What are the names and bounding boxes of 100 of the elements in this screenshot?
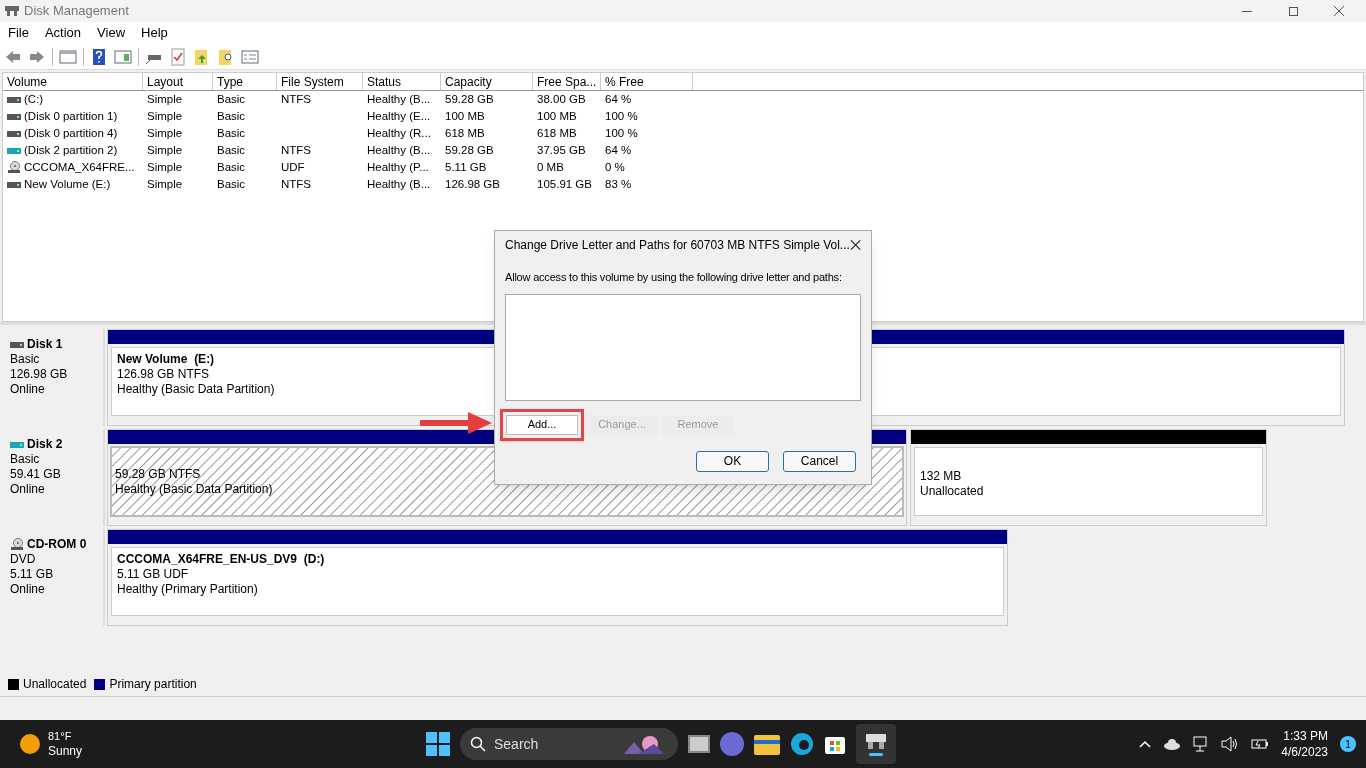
partition-detail: Healthy (Primary Partition) <box>117 582 258 597</box>
start-icon[interactable] <box>426 732 450 756</box>
close-icon[interactable] <box>849 239 861 251</box>
menu-item[interactable]: Action <box>36 23 90 43</box>
menu-item[interactable]: View <box>89 23 134 43</box>
drive-icon <box>7 181 21 188</box>
dialog-button[interactable]: Add... <box>506 414 578 435</box>
table-cell-text: NTFS <box>281 91 312 107</box>
search-icon <box>470 736 486 752</box>
cancel-button[interactable]: Cancel <box>783 450 856 472</box>
browser-icon[interactable] <box>790 732 814 756</box>
partition-block[interactable]: 132 MB Unallocated <box>910 429 1267 526</box>
table-cell-text: 38.00 GB <box>537 91 586 107</box>
table-cell-text: 100 % <box>605 108 638 124</box>
ok-button[interactable]: OK <box>696 450 769 472</box>
panel-icon[interactable] <box>114 47 132 66</box>
partition-detail: 59.28 GB NTFS <box>115 466 201 482</box>
dialog-prompt: Allow access to this volume by using the following drive letter and paths: <box>505 270 843 285</box>
table-cell-text: CCCOMA_X64FRE... <box>24 159 135 175</box>
table-cell-text: Simple <box>147 142 183 158</box>
table-cell-text: 59.28 GB <box>445 142 494 158</box>
table-cell-text: 37.95 GB <box>537 142 586 158</box>
table-cell-text: Healthy (P... <box>367 159 429 175</box>
table-cell-text: Basic <box>217 142 246 158</box>
notification-badge[interactable]: 1 <box>1340 736 1356 752</box>
folder-icon[interactable] <box>754 733 780 755</box>
disk-detail: Basic <box>10 452 41 467</box>
table-cell-text: 0 % <box>605 159 625 175</box>
partition-detail: 132 MB <box>920 468 962 484</box>
column-header[interactable]: Status <box>363 73 441 90</box>
active-app-button[interactable] <box>856 724 896 764</box>
window-title: Disk Management <box>24 2 129 21</box>
table-cell-text: NTFS <box>281 142 312 158</box>
table-cell-text: 83 % <box>605 176 632 192</box>
legend-label: Unallocated <box>23 676 87 693</box>
disk-detail: Online <box>10 382 46 397</box>
column-header[interactable]: File System <box>277 73 363 90</box>
drive-icon <box>7 113 21 120</box>
close-icon[interactable] <box>1334 6 1344 16</box>
cloud-icon[interactable] <box>1163 738 1182 750</box>
table-cell-text: Healthy (B... <box>367 142 431 158</box>
clock-time[interactable]: 1:33 PM <box>1283 728 1328 744</box>
help-icon[interactable] <box>90 47 108 66</box>
table-cell-text: Simple <box>147 125 183 141</box>
battery-icon[interactable] <box>1251 738 1270 750</box>
disk-name: Disk 1 <box>27 337 63 352</box>
table-cell-text: 618 MB <box>537 125 577 141</box>
table-cell-text: Basic <box>217 108 246 124</box>
menu-item[interactable]: File <box>0 23 37 43</box>
disk-detail: DVD <box>10 552 37 567</box>
table-cell-text: 126.98 GB <box>445 176 500 192</box>
column-header[interactable]: Type <box>213 73 277 90</box>
column-header[interactable]: % Free <box>601 73 693 90</box>
table-cell-text: 64 % <box>605 91 632 107</box>
chevron-up-icon[interactable] <box>1139 740 1152 748</box>
column-header[interactable]: Free Spa... <box>533 73 601 90</box>
cd-drive-icon <box>7 161 21 174</box>
volume-icon[interactable] <box>1221 736 1240 752</box>
table-cell-text: Basic <box>217 176 246 192</box>
dialog-title: Change Drive Letter and Paths for 60703 MB NTFS Simple Vol... <box>505 237 850 254</box>
partition-block[interactable]: CCCOMA_X64FRE_EN-US_DV9 (D:) 5.11 GB UDF Healthy (Primary Partition) <box>107 529 1008 626</box>
drive-icon <box>10 341 24 348</box>
legend-label: Primary partition <box>109 676 197 693</box>
table-cell-text: UDF <box>281 159 305 175</box>
table-cell-text: New Volume (E:) <box>24 176 111 192</box>
table-cell-text: (C:) <box>24 91 44 107</box>
table-cell-text: Basic <box>217 125 246 141</box>
partition-detail: 126.98 GB NTFS <box>117 367 210 382</box>
network-icon[interactable] <box>1193 736 1210 752</box>
folder-search-icon[interactable] <box>217 47 235 66</box>
disk-detail: 59.41 GB <box>10 467 62 482</box>
table-cell-text: Simple <box>147 91 183 107</box>
menu-item[interactable]: Help <box>133 23 176 43</box>
temperature: 81°F <box>48 729 73 744</box>
column-header[interactable]: Layout <box>143 73 213 90</box>
table-cell-text: Simple <box>147 176 183 192</box>
partition-detail: Healthy (Basic Data Partition) <box>117 382 275 397</box>
partition-title: CCCOMA_X64FRE_EN-US_DV9 (D:) <box>117 552 326 567</box>
clock-date[interactable]: 4/6/2023 <box>1281 744 1328 760</box>
column-header[interactable]: Capacity <box>441 73 533 90</box>
drive-icon <box>7 130 21 137</box>
table-cell-text: (Disk 0 partition 4) <box>24 125 118 141</box>
landscape-icon <box>624 734 664 754</box>
table-cell-text: NTFS <box>281 176 312 192</box>
disk-name: CD-ROM 0 <box>27 537 87 552</box>
disk-detail: Online <box>10 482 46 497</box>
search-field[interactable]: Search <box>460 728 678 760</box>
table-cell-text: Healthy (B... <box>367 176 431 192</box>
column-header[interactable]: Volume <box>3 73 143 90</box>
partition-detail: Healthy (Basic Data Partition) <box>115 481 273 497</box>
drive-icon <box>7 96 21 103</box>
disk-detail: 126.98 GB <box>10 367 69 382</box>
table-cell-text: (Disk 2 partition 2) <box>24 142 118 158</box>
table-cell-text: 59.28 GB <box>445 91 494 107</box>
table-cell-text: Simple <box>147 108 183 124</box>
app-icon <box>4 4 20 18</box>
table-cell-text: 100 MB <box>445 108 485 124</box>
checklist-icon[interactable] <box>169 47 187 66</box>
sun-icon[interactable] <box>20 734 40 754</box>
chat-icon[interactable] <box>720 732 744 756</box>
